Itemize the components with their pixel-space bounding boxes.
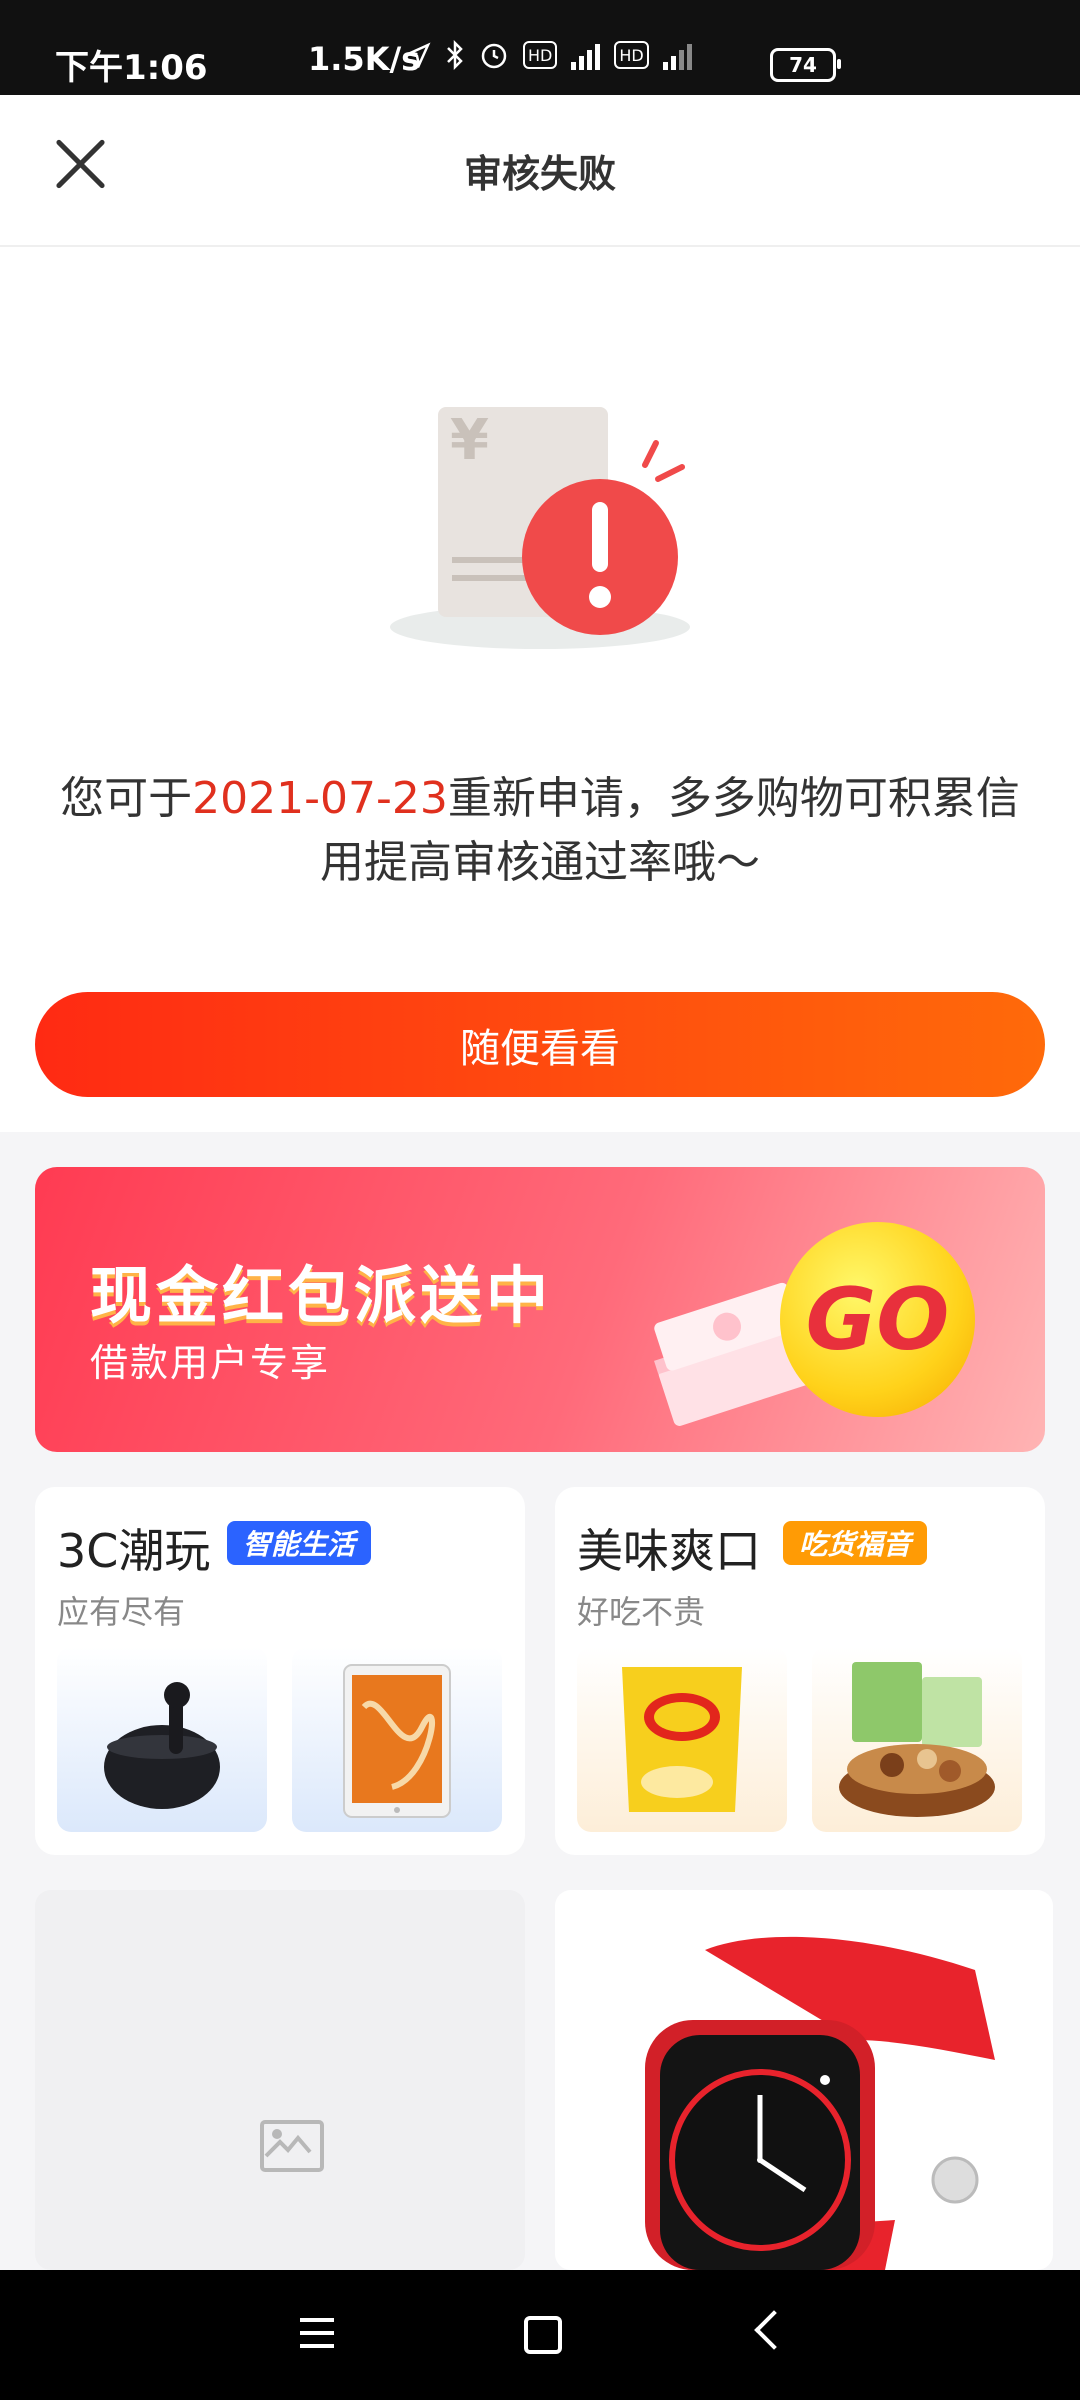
image-placeholder-icon (260, 2120, 324, 2172)
category-card-3c[interactable]: 3C潮玩 智能生活 应有尽有 (35, 1487, 525, 1855)
audit-failed-illustration: ¥ (390, 407, 690, 649)
hd-icon: HD (523, 41, 558, 69)
network-speed: 1.5K/s (308, 40, 421, 78)
cash-red-packet-banner[interactable]: 现金红包派送中 借款用户专享 GO (35, 1167, 1045, 1452)
status-icons: HD HD (405, 40, 692, 70)
smartwatch-image (645, 1936, 995, 2270)
earbuds-image[interactable] (57, 1647, 267, 1832)
location-icon (405, 42, 431, 68)
reapply-message: 您可于2021-07-23重新申请，多多购物可积累信用提高审核通过率哦～ (40, 767, 1040, 895)
back-icon[interactable] (754, 2310, 794, 2350)
hd-icon: HD (614, 41, 649, 69)
category-title: 3C潮玩 (57, 1524, 211, 1578)
status-bar: 下午1:06 1.5K/s HD HD 74 (0, 0, 1080, 95)
result-section: ¥ 您可于2021-07-23重新申请，多多购物可积累信用提高审核通过率哦～ 随… (0, 247, 1080, 1132)
category-title: 美味爽口 (577, 1524, 761, 1578)
alarm-icon (479, 40, 509, 70)
status-time: 下午1:06 (55, 48, 208, 88)
chips-image[interactable] (577, 1647, 787, 1832)
reapply-date: 2021-07-23 (192, 773, 448, 824)
menu-icon[interactable] (300, 2318, 334, 2348)
home-icon[interactable] (524, 2316, 562, 2354)
signal-4g-icon (571, 40, 601, 70)
banner-title: 现金红包派送中 (90, 1259, 553, 1332)
go-button[interactable]: GO (780, 1222, 975, 1417)
browse-button[interactable]: 随便看看 (35, 992, 1045, 1097)
category-badge: 智能生活 (227, 1521, 372, 1565)
product-card[interactable] (555, 1890, 1053, 2270)
message-prefix: 您可于 (60, 773, 193, 824)
battery-icon: 74 (770, 48, 841, 82)
page-title: 审核失败 (463, 152, 616, 196)
nuts-image[interactable] (812, 1647, 1022, 1832)
page-header: 审核失败 (0, 95, 1080, 247)
signal-4g-icon (662, 40, 692, 70)
product-card[interactable] (35, 1890, 525, 2270)
tablet-image[interactable] (292, 1647, 502, 1832)
category-badge: 吃货福音 (783, 1521, 928, 1565)
system-nav-bar (0, 2270, 1080, 2400)
category-subtitle: 好吃不贵 (577, 1593, 706, 1631)
svg-text:¥: ¥ (450, 408, 489, 473)
category-subtitle: 应有尽有 (57, 1593, 186, 1631)
category-card-food[interactable]: 美味爽口 吃货福音 好吃不贵 (555, 1487, 1045, 1855)
bluetooth-icon (445, 40, 465, 70)
banner-subtitle: 借款用户专享 (90, 1341, 331, 1385)
